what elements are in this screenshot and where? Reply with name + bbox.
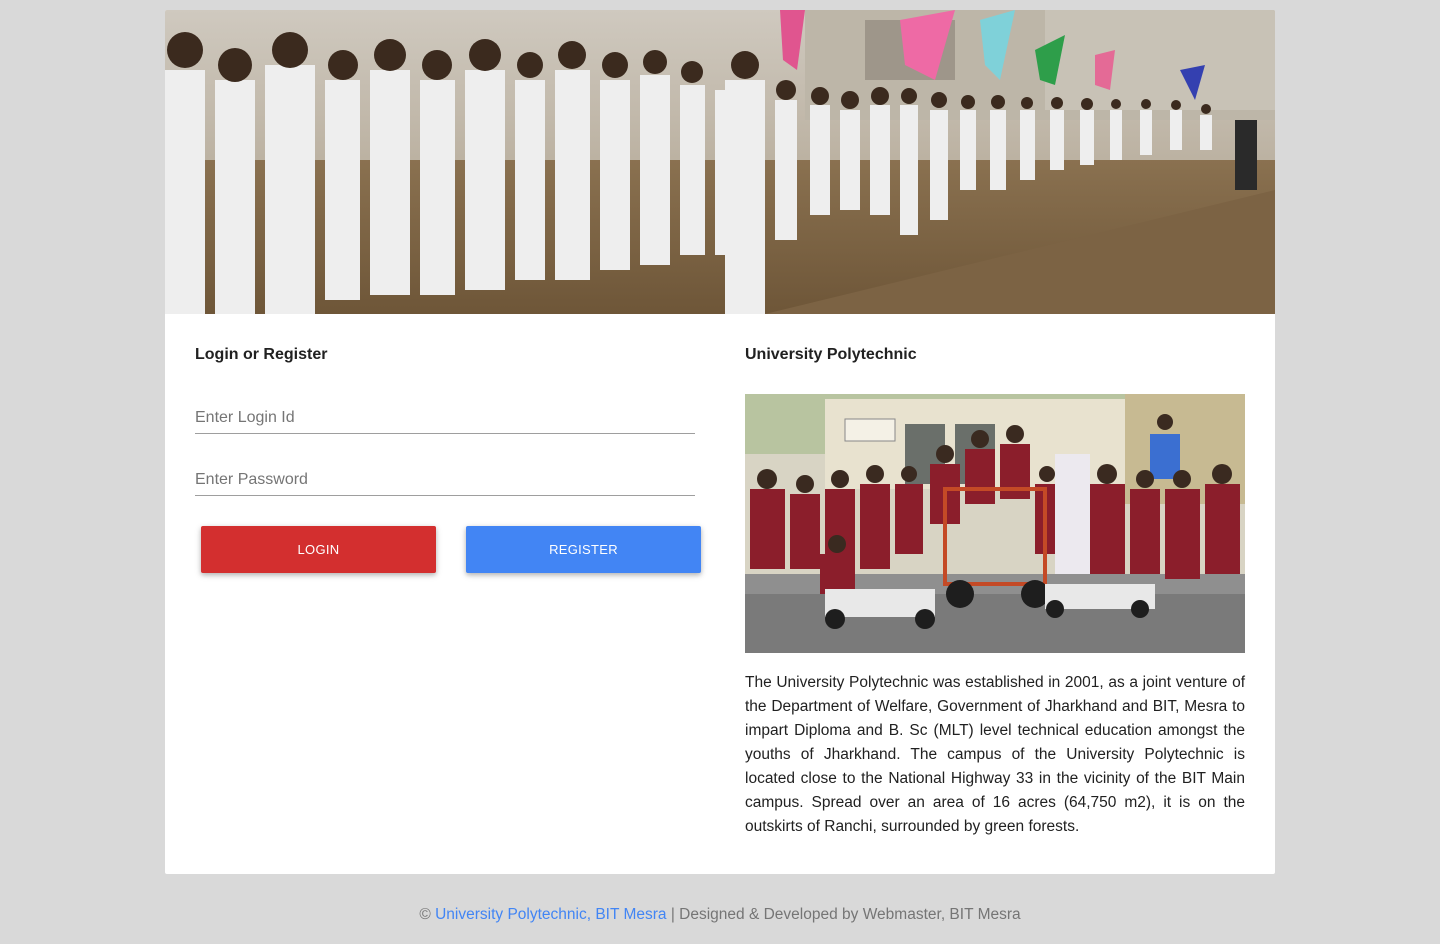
password-field xyxy=(195,464,695,496)
campus-team-photo xyxy=(745,394,1245,653)
login-panel: Login or Register LOGIN REGISTER xyxy=(195,344,701,574)
about-description: The University Polytechnic was establish… xyxy=(745,674,1245,835)
footer-credit: | Designed & Developed by Webmaster, BIT… xyxy=(670,906,1021,923)
footer-university-link[interactable]: University Polytechnic, BIT Mesra xyxy=(435,906,666,923)
login-id-field xyxy=(195,402,695,434)
password-input[interactable] xyxy=(195,464,695,495)
register-button[interactable]: REGISTER xyxy=(466,526,701,573)
about-title: University Polytechnic xyxy=(745,346,917,363)
hero-banner-image xyxy=(165,10,1275,314)
footer: © University Polytechnic, BIT Mesra | De… xyxy=(0,904,1440,926)
main-card: Login or Register LOGIN REGISTER Univers… xyxy=(165,10,1275,874)
login-id-input[interactable] xyxy=(195,402,695,433)
copyright-symbol: © xyxy=(419,906,431,923)
about-panel: University Polytechnic The University Po… xyxy=(745,344,1245,839)
button-row: LOGIN REGISTER xyxy=(195,526,701,574)
login-button[interactable]: LOGIN xyxy=(201,526,436,573)
login-title: Login or Register xyxy=(195,346,328,363)
